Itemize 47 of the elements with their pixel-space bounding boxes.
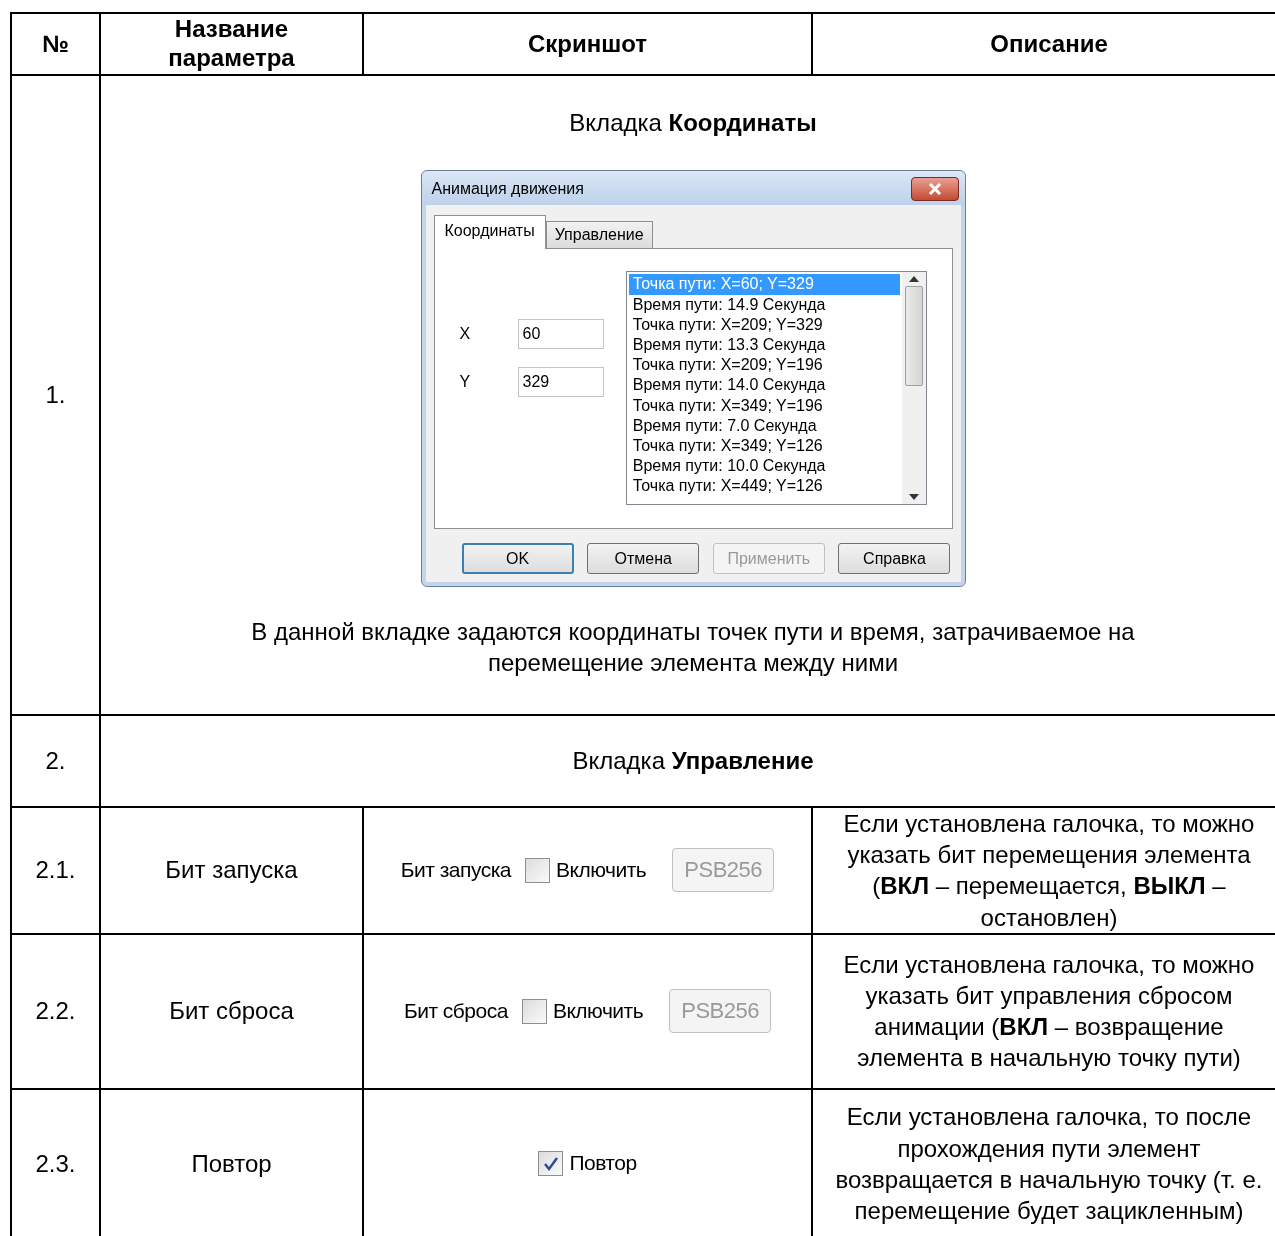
row-number: 1.	[11, 75, 100, 715]
dialog-button[interactable]: Отмена	[587, 543, 700, 575]
parameter-name: Бит запуска	[100, 807, 363, 934]
scroll-up-arrow-icon[interactable]	[908, 276, 919, 283]
field-label: Y	[459, 372, 472, 393]
control-label: Бит запуска	[400, 857, 511, 884]
row-number: 2.3.	[11, 1088, 100, 1236]
list-item[interactable]: Точка пути: X=349; Y=196	[628, 395, 900, 416]
scrollbar[interactable]	[901, 272, 926, 505]
list-item[interactable]: Точка пути: X=209; Y=329	[628, 314, 900, 336]
row-number: 2.	[11, 715, 100, 807]
section-caption: В данной вкладке задаются координаты точек пути и время, затрачиваемое на перемещение элемента между ними	[250, 617, 1136, 678]
checkbox[interactable]	[538, 1151, 564, 1176]
input-field[interactable]: 329	[517, 367, 604, 398]
checkbox[interactable]	[521, 998, 547, 1024]
close-icon[interactable]	[910, 177, 959, 202]
dialog-title: Анимация движения	[431, 179, 584, 200]
row-number: 2.2.	[11, 933, 100, 1089]
tab[interactable]: Управление	[545, 221, 653, 249]
list-item[interactable]: Время пути: 7.0 Секунда	[628, 415, 900, 436]
column-header: Скриншот	[363, 13, 812, 75]
parameter-name: Бит сброса	[100, 933, 363, 1089]
column-header: Название параметра	[100, 13, 363, 75]
dialog-button[interactable]: OK	[461, 543, 574, 575]
checkbox-label: Повтор	[569, 1150, 637, 1177]
row-number: 2.1.	[11, 807, 100, 934]
list-item[interactable]: Время пути: 10.0 Секунда	[628, 456, 900, 477]
checkmark-icon	[542, 1155, 559, 1172]
checkbox[interactable]	[525, 857, 550, 883]
dialog-button[interactable]: Справка	[838, 543, 951, 575]
field-label: X	[459, 324, 472, 345]
list-item[interactable]: Время пути: 14.0 Секунда	[628, 375, 900, 396]
control-label: Бит сброса	[403, 997, 508, 1024]
input-field[interactable]: 60	[517, 319, 604, 350]
section-heading: Вкладка Управление	[571, 745, 815, 776]
list-item[interactable]: Точка пути: X=209; Y=196	[628, 355, 900, 376]
checkbox-label: Включить	[556, 857, 647, 884]
list-item[interactable]: Точка пути: X=449; Y=126	[628, 476, 900, 497]
list-item[interactable]: Время пути: 14.9 Секунда	[628, 294, 900, 315]
list-item[interactable]: Время пути: 13.3 Секунда	[628, 335, 900, 356]
column-header: Описание	[812, 13, 1275, 75]
scroll-down-arrow-icon[interactable]	[908, 494, 919, 501]
checkbox-label: Включить	[552, 997, 644, 1024]
list-item[interactable]: Точка пути: X=349; Y=126	[628, 435, 900, 457]
tab[interactable]: Координаты	[433, 215, 546, 250]
column-header: №	[11, 13, 100, 75]
section-heading: Вкладка Координаты	[568, 108, 818, 138]
